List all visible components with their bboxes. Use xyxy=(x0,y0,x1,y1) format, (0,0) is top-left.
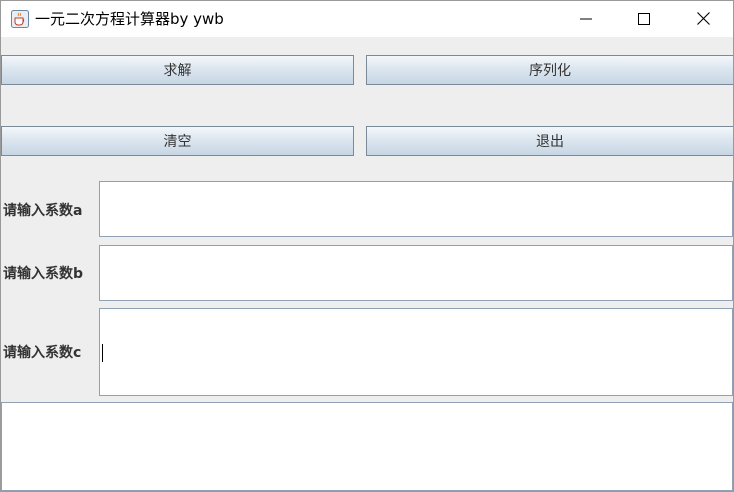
minimize-icon xyxy=(580,10,592,29)
coefficient-a-input[interactable] xyxy=(99,181,733,237)
close-icon xyxy=(696,10,710,29)
coefficient-c-input[interactable] xyxy=(99,308,733,396)
title-bar[interactable]: 一元二次方程计算器by ywb xyxy=(1,1,733,37)
app-window: 一元二次方程计算器by ywb 求解 序列化 清空 退出 请输入系数a 请输入系… xyxy=(0,0,734,492)
coefficient-b-label: 请输入系数b xyxy=(3,266,84,282)
java-cup-icon xyxy=(11,10,29,28)
solve-button[interactable]: 求解 xyxy=(1,55,354,85)
coefficient-c-label: 请输入系数c xyxy=(3,345,82,361)
maximize-button[interactable] xyxy=(621,1,667,37)
result-output-area[interactable] xyxy=(1,402,733,491)
minimize-button[interactable] xyxy=(563,1,609,37)
coefficient-b-input[interactable] xyxy=(99,245,733,301)
serialize-button[interactable]: 序列化 xyxy=(366,55,733,85)
exit-button[interactable]: 退出 xyxy=(366,126,733,156)
coefficient-a-label: 请输入系数a xyxy=(3,203,83,219)
close-button[interactable] xyxy=(680,1,726,37)
maximize-icon xyxy=(638,10,650,29)
window-title: 一元二次方程计算器by ywb xyxy=(35,10,224,28)
clear-button[interactable]: 清空 xyxy=(1,126,354,156)
text-caret xyxy=(102,344,103,362)
